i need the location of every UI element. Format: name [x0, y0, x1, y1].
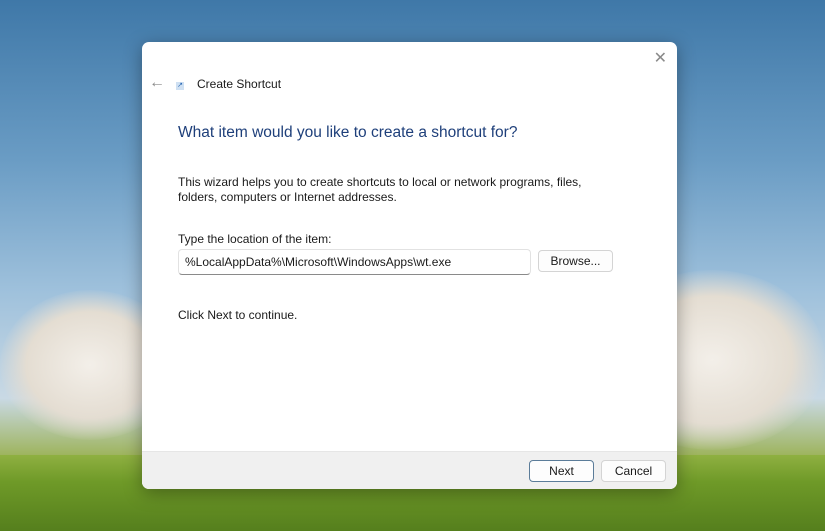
- close-icon[interactable]: ✕: [654, 48, 667, 68]
- browse-button[interactable]: Browse...: [538, 250, 613, 272]
- back-arrow-icon[interactable]: ←: [149, 74, 165, 92]
- wizard-description: This wizard helps you to create shortcut…: [178, 175, 582, 204]
- cancel-button[interactable]: Cancel: [601, 460, 666, 482]
- next-button[interactable]: Next: [529, 460, 594, 482]
- shortcut-app-icon: ↗: [176, 82, 184, 90]
- window-title: Create Shortcut: [197, 77, 282, 91]
- location-label: Type the location of the item:: [178, 232, 332, 246]
- create-shortcut-dialog: ✕ ← ↗ Create Shortcut What item would yo…: [142, 42, 677, 489]
- dialog-footer: Next Cancel: [142, 451, 677, 489]
- location-input[interactable]: [178, 249, 531, 275]
- continue-text: Click Next to continue.: [178, 308, 298, 322]
- page-heading: What item would you like to create a sho…: [178, 124, 518, 141]
